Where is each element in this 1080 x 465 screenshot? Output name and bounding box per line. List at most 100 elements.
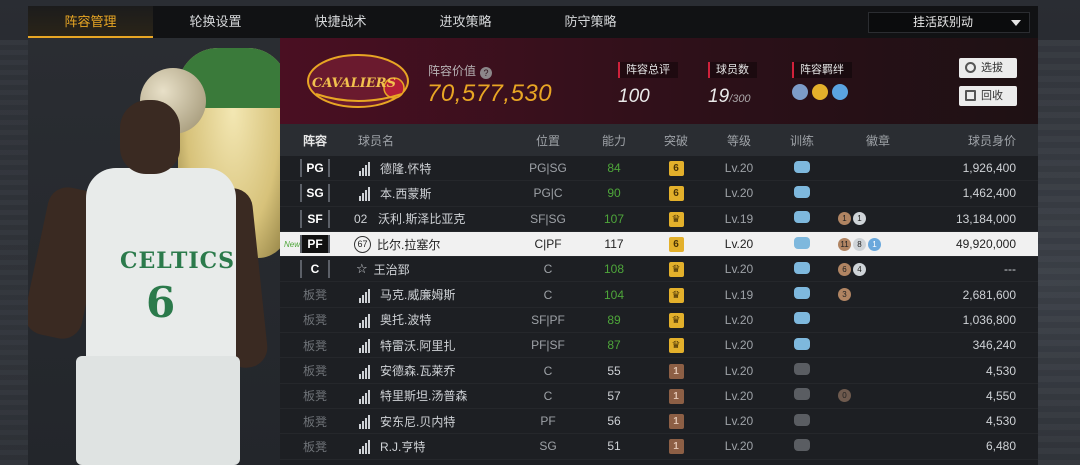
table-row[interactable]: SG 本.西蒙斯 PG|C 90 6 Lv.20 1,462,400	[280, 181, 1038, 207]
tab-defense-strategy[interactable]: 防守策略	[528, 6, 653, 38]
table-row[interactable]: 板凳 奥托.波特 SF|PF 89 ♛ Lv.20 1,036,800	[280, 308, 1038, 334]
table-row[interactable]: C ☆ 王治郅 C 108 ♛ Lv.20 6 4 ---	[280, 257, 1038, 283]
player-name-cell[interactable]: 德隆.怀特	[350, 160, 512, 177]
help-icon[interactable]: ?	[480, 67, 493, 79]
jersey-number: 6	[146, 278, 176, 327]
badge-icon[interactable]: 11	[838, 237, 851, 251]
tab-quick-tactics[interactable]: 快捷战术	[278, 6, 403, 38]
chemistry-icons	[792, 84, 852, 100]
player-ability: 117	[604, 237, 624, 252]
player-number: 02	[354, 211, 368, 226]
table-row[interactable]: 板凳 安德森.瓦莱乔 C 55 1 Lv.20 4,530	[280, 358, 1038, 384]
table-row[interactable]: SF 02 沃利.斯泽比亚克 SF|SG 107 ♛ Lv.19 1 1 13,184,000	[280, 207, 1038, 232]
player-name-cell[interactable]: 安东尼.贝内特	[350, 413, 512, 430]
training-cell[interactable]	[770, 363, 834, 378]
lineup-value-label: 阵容价值?	[428, 62, 493, 79]
player-name-cell[interactable]: R.J.亨特	[350, 438, 512, 455]
badge-icon[interactable]: 6	[838, 262, 851, 276]
table-row[interactable]: PG 德隆.怀特 PG|SG 84 6 Lv.20 1,926,400	[280, 156, 1038, 182]
player-name-cell[interactable]: 马克.威廉姆斯	[350, 286, 512, 303]
header-breakthrough: 突破	[663, 133, 688, 148]
player-name-cell[interactable]: 安德森.瓦莱乔	[350, 362, 512, 379]
training-cell[interactable]	[770, 287, 834, 302]
table-row[interactable]: 板凳 安东尼.贝内特 PF 56 1 Lv.20 4,530	[280, 409, 1038, 435]
player-level: Lv.20	[724, 414, 754, 429]
tab-rotation-settings[interactable]: 轮换设置	[153, 6, 278, 38]
training-cell[interactable]	[770, 413, 834, 429]
badge-icon[interactable]: 0	[838, 389, 851, 403]
player-salary: 1,036,800	[962, 312, 1016, 327]
header-salary: 球员身价	[967, 133, 1016, 148]
badge-icon[interactable]: 4	[853, 262, 866, 276]
badge-icon[interactable]: 8	[853, 237, 866, 251]
signal-bars-icon	[356, 388, 372, 404]
tab-lineup-management[interactable]: 阵容管理	[28, 6, 153, 38]
table-row[interactable]: 板凳 马克.威廉姆斯 C 104 ♛ Lv.19 3 2,681,600	[280, 282, 1038, 308]
training-cell[interactable]	[770, 438, 834, 454]
players-label: 球员数	[708, 62, 757, 78]
player-name: 特雷沃.阿里扎	[380, 338, 456, 353]
training-cell[interactable]	[770, 160, 834, 176]
player-name-cell[interactable]: ☆ 王治郅	[350, 261, 512, 278]
player-name: 奥托.波特	[380, 313, 432, 328]
player-ability: 87	[607, 338, 621, 353]
header-ability: 能力	[601, 133, 626, 148]
player-name-cell[interactable]: 本.西蒙斯	[350, 185, 512, 202]
player-name-cell[interactable]: 67 比尔.拉塞尔	[350, 235, 512, 253]
badges-cell: 3	[834, 288, 918, 302]
training-cell[interactable]	[770, 185, 834, 201]
badge-icon[interactable]: 1	[838, 212, 851, 226]
table-row[interactable]: 板凳 R.J.亨特 SG 51 1 Lv.20 6,480	[280, 434, 1038, 460]
table-row[interactable]: 板凳 特里斯坦.汤普森 C 57 1 Lv.20 0 4,550	[280, 384, 1038, 409]
lineup-slot: C	[280, 260, 350, 279]
lineup-slot-label: PG	[300, 159, 330, 178]
lineup-slot: 板凳	[280, 286, 350, 303]
training-cell[interactable]	[770, 388, 834, 403]
badge-icon[interactable]: 1	[868, 237, 881, 251]
player-salary: ---	[1004, 262, 1016, 277]
player-name: 比尔.拉塞尔	[377, 237, 441, 252]
training-cell[interactable]	[770, 312, 834, 327]
chemistry-icon-3[interactable]	[832, 84, 848, 100]
mode-dropdown[interactable]: 挂活跃别动	[868, 12, 1030, 33]
breakthrough-badge: 1	[668, 363, 684, 379]
chemistry-stat: 阵容羁绊	[792, 60, 852, 100]
lineup-slot: SF	[280, 209, 350, 228]
breakthrough-cell: 6	[644, 236, 708, 253]
chemistry-icon-2[interactable]	[812, 84, 828, 100]
breakthrough-badge: ♛	[668, 262, 684, 278]
player-portrait: CELTICS 6	[28, 38, 280, 465]
breakthrough-badge: ♛	[668, 312, 684, 328]
table-row[interactable]: 板凳 特雷沃.阿里扎 PF|SF 87 ♛ Lv.20 346,240	[280, 333, 1038, 359]
tab-offense-strategy[interactable]: 进攻策略	[403, 6, 528, 38]
player-name: 安东尼.贝内特	[380, 414, 456, 429]
chemistry-icon-1[interactable]	[792, 84, 808, 100]
lineup-slot-label: SF	[300, 209, 330, 228]
breakthrough-badge: 6	[668, 237, 684, 253]
player-name: 本.西蒙斯	[380, 186, 432, 201]
training-cell[interactable]	[770, 211, 834, 226]
select-button[interactable]: 选拔	[959, 58, 1017, 78]
training-icon	[794, 312, 810, 325]
player-position: SG	[539, 439, 557, 454]
header-training: 训练	[789, 133, 814, 148]
training-cell[interactable]	[770, 261, 834, 277]
training-cell[interactable]	[770, 337, 834, 353]
breakthrough-cell: ♛	[644, 287, 708, 303]
player-salary: 1,462,400	[962, 186, 1016, 201]
player-ability: 57	[607, 388, 621, 403]
player-name-cell[interactable]: 02 沃利.斯泽比亚克	[350, 210, 512, 227]
signal-bars-icon	[356, 337, 372, 354]
breakthrough-cell: 6	[644, 185, 708, 202]
badge-icon[interactable]: 3	[838, 288, 851, 302]
badge-icon[interactable]: 1	[853, 212, 866, 226]
lineup-slot-label: 板凳	[302, 364, 327, 379]
recycle-button[interactable]: 回收	[959, 86, 1017, 106]
player-name-cell[interactable]: 特里斯坦.汤普森	[350, 387, 512, 404]
training-cell[interactable]	[770, 236, 834, 252]
table-row[interactable]: New PF 67 比尔.拉塞尔 C|PF 117 6 Lv.20 11 8 1 49,920,000	[280, 231, 1038, 258]
player-name-cell[interactable]: 奥托.波特	[350, 311, 512, 328]
lineup-slot-label: 板凳	[302, 338, 327, 353]
player-level: Lv.20	[724, 237, 754, 252]
player-name-cell[interactable]: 特雷沃.阿里扎	[350, 337, 512, 354]
